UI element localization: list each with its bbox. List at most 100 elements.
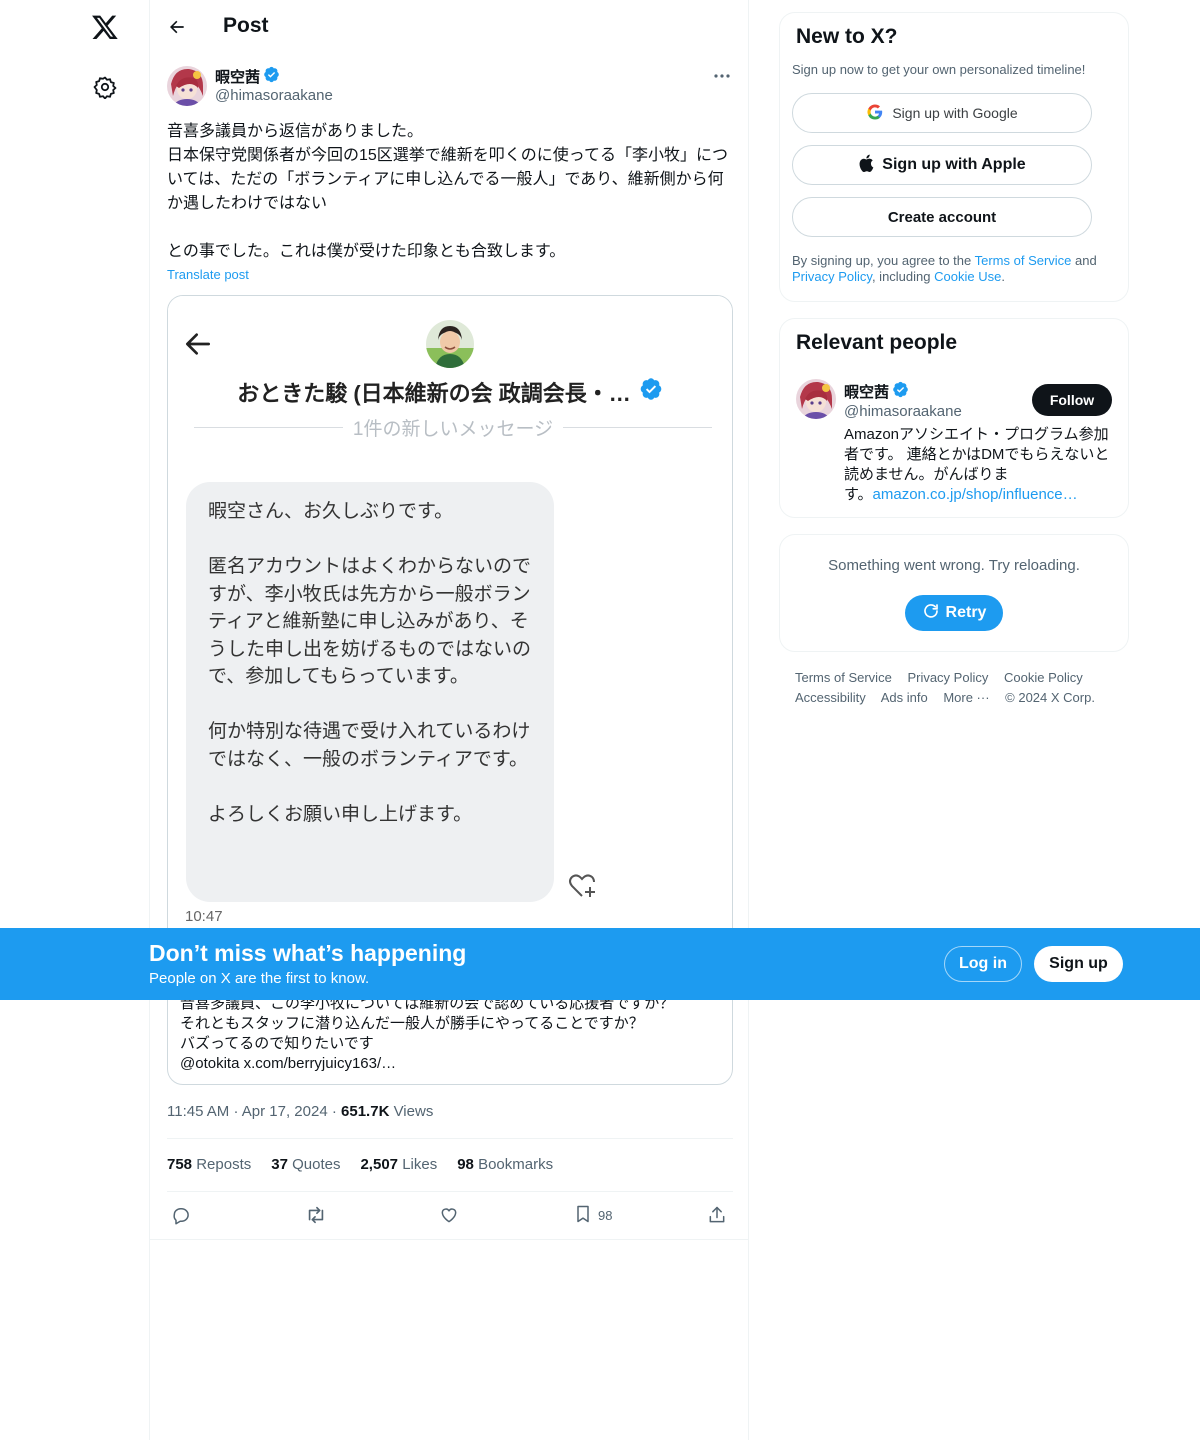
- divider-line: [563, 427, 712, 428]
- reposts-stat[interactable]: 758 Reposts: [167, 1156, 251, 1173]
- apple-icon: [858, 154, 874, 177]
- screenshot-verified-icon: [639, 377, 663, 407]
- message-time: 10:47: [185, 908, 223, 925]
- message-bubble: 暇空さん、お久しぶりです。 匿名アカウントはよくわからないのですが、李小牧氏は先…: [186, 482, 554, 902]
- reposts-count: 758: [167, 1156, 193, 1173]
- error-panel: Something went wrong. Try reloading. Ret…: [779, 534, 1129, 652]
- new-message-label: 1件の新しいメッセージ: [352, 419, 554, 440]
- bookmarks-stat[interactable]: 98 Bookmarks: [457, 1156, 553, 1173]
- bookmarks-label: Bookmarks: [478, 1156, 554, 1173]
- author-name[interactable]: 暇空茜: [215, 66, 280, 87]
- legal-text-4: .: [1001, 269, 1005, 284]
- legal-text-2: and: [1071, 253, 1097, 268]
- create-account-button[interactable]: Create account: [792, 197, 1092, 237]
- google-signup-button[interactable]: Sign up with Google: [792, 93, 1092, 133]
- terms-link[interactable]: Terms of Service: [975, 253, 1072, 268]
- divider: [167, 1138, 733, 1139]
- cookie-link[interactable]: Cookie Use: [934, 269, 1001, 284]
- repost-icon[interactable]: [305, 1203, 327, 1227]
- login-button[interactable]: Log in: [944, 946, 1022, 982]
- back-arrow-icon[interactable]: [164, 14, 190, 40]
- footer-link-terms[interactable]: Terms of Service: [795, 670, 892, 685]
- quotes-count: 37: [271, 1156, 288, 1173]
- footer-link-cookie[interactable]: Cookie Policy: [1004, 670, 1083, 685]
- google-icon: [866, 103, 884, 124]
- login-banner: Don’t miss what’s happening People on X …: [0, 928, 1200, 1000]
- screenshot-avatar: [426, 320, 474, 368]
- avatar[interactable]: [167, 66, 207, 106]
- reply-icon[interactable]: [171, 1203, 191, 1227]
- meta-separator: ·: [331, 1103, 342, 1120]
- signup-panel: New to X? Sign up now to get your own pe…: [779, 12, 1129, 302]
- legal-text-3: , including: [871, 269, 935, 284]
- apple-signup-button[interactable]: Sign up with Apple: [792, 145, 1092, 185]
- post-meta: 11:45 AM · Apr 17, 2024 · 651.7K Views: [167, 1103, 433, 1120]
- footer-copyright: © 2024 X Corp.: [1005, 690, 1095, 705]
- person-bio: Amazonアソシエイト・プログラム参加者です。 連絡とかはDMでもらえないと読…: [844, 425, 1116, 505]
- footer-link-ads[interactable]: Ads info: [881, 690, 928, 705]
- footer-link-more[interactable]: More ···: [943, 690, 989, 705]
- bookmarks-count: 98: [457, 1156, 474, 1173]
- person-name[interactable]: 暇空茜: [844, 381, 909, 402]
- error-message: Something went wrong. Try reloading.: [828, 557, 1080, 574]
- bio-link[interactable]: amazon.co.jp/shop/influence…: [873, 486, 1078, 503]
- divider: [150, 1239, 749, 1240]
- bookmark-icon: [573, 1204, 593, 1227]
- page-title: Post: [223, 14, 269, 37]
- heart-icon[interactable]: [439, 1203, 459, 1227]
- main-column: Post 暇空茜 @himasoraakane 音喜多議員から返信がありました。…: [149, 0, 749, 1440]
- attached-screenshot[interactable]: おときた駿 (日本維新の会 政調会長・… 1件の新しいメッセージ 暇空さん、お久…: [168, 296, 732, 936]
- google-signup-label: Sign up with Google: [892, 105, 1018, 121]
- reposts-label: Reposts: [196, 1156, 252, 1173]
- person-handle[interactable]: @himasoraakane: [844, 403, 962, 420]
- apple-signup-label: Sign up with Apple: [882, 156, 1026, 173]
- top-bar: Post: [150, 0, 749, 54]
- bookmark-count: 98: [598, 1207, 613, 1223]
- relevant-people-title: Relevant people: [796, 331, 958, 354]
- post-time[interactable]: 11:45 AM: [167, 1103, 229, 1120]
- more-options-icon[interactable]: [710, 64, 734, 88]
- screenshot-title: おときた駿 (日本維新の会 政調会長・…: [168, 376, 732, 408]
- likes-count: 2,507: [360, 1156, 399, 1173]
- new-message-divider: 1件の新しいメッセージ: [194, 414, 712, 441]
- relevant-people-panel: Relevant people 暇空茜 @himasoraakane Follo…: [779, 318, 1129, 518]
- verified-badge-icon: [892, 381, 909, 402]
- retry-label: Retry: [945, 604, 987, 621]
- share-icon[interactable]: [707, 1203, 727, 1227]
- quoted-post-text: 音喜多議員、この李小牧については維新の会で認めている応援者ですか？ それともスタ…: [180, 995, 675, 1072]
- signup-legal-text: By signing up, you agree to the Terms of…: [792, 253, 1122, 285]
- likes-label: Likes: [402, 1156, 438, 1173]
- post-text: 音喜多議員から返信がありました。 日本保守党関係者が今回の15区選挙で維新を叩く…: [167, 123, 728, 260]
- footer-link-accessibility[interactable]: Accessibility: [795, 690, 866, 705]
- translate-post-link[interactable]: Translate post: [167, 267, 249, 282]
- gear-icon[interactable]: [91, 73, 119, 101]
- post-date[interactable]: Apr 17, 2024: [242, 1103, 328, 1120]
- views-count: 651.7K: [341, 1103, 390, 1120]
- banner-title: Don’t miss what’s happening: [149, 940, 467, 966]
- signup-panel-subtitle: Sign up now to get your own personalized…: [792, 62, 1086, 77]
- avatar[interactable]: [796, 379, 836, 419]
- divider-line: [194, 427, 343, 428]
- screenshot-title-text: おときた駿 (日本維新の会 政調会長・…: [237, 381, 631, 406]
- privacy-link[interactable]: Privacy Policy: [792, 269, 872, 284]
- author-handle[interactable]: @himasoraakane: [215, 87, 333, 104]
- bookmark-button[interactable]: 98: [573, 1203, 612, 1227]
- likes-stat[interactable]: 2,507 Likes: [360, 1156, 437, 1173]
- refresh-icon: [922, 602, 940, 625]
- banner-subtitle: People on X are the first to know.: [149, 970, 370, 987]
- heart-plus-icon: [566, 870, 600, 904]
- signup-button[interactable]: Sign up: [1034, 946, 1123, 982]
- legal-text-1: By signing up, you agree to the: [792, 253, 975, 268]
- signup-panel-title: New to X?: [796, 25, 898, 48]
- x-logo-icon[interactable]: [88, 10, 122, 44]
- follow-button[interactable]: Follow: [1032, 384, 1112, 416]
- person-name-text: 暇空茜: [844, 384, 890, 401]
- post-actions: 98: [150, 1203, 749, 1229]
- divider: [167, 1191, 733, 1192]
- verified-badge-icon: [263, 66, 280, 87]
- footer-link-privacy[interactable]: Privacy Policy: [907, 670, 988, 685]
- screenshot-back-arrow-icon: [182, 328, 216, 362]
- retry-button[interactable]: Retry: [905, 595, 1003, 631]
- quotes-stat[interactable]: 37 Quotes: [271, 1156, 340, 1173]
- views-label: Views: [393, 1103, 434, 1120]
